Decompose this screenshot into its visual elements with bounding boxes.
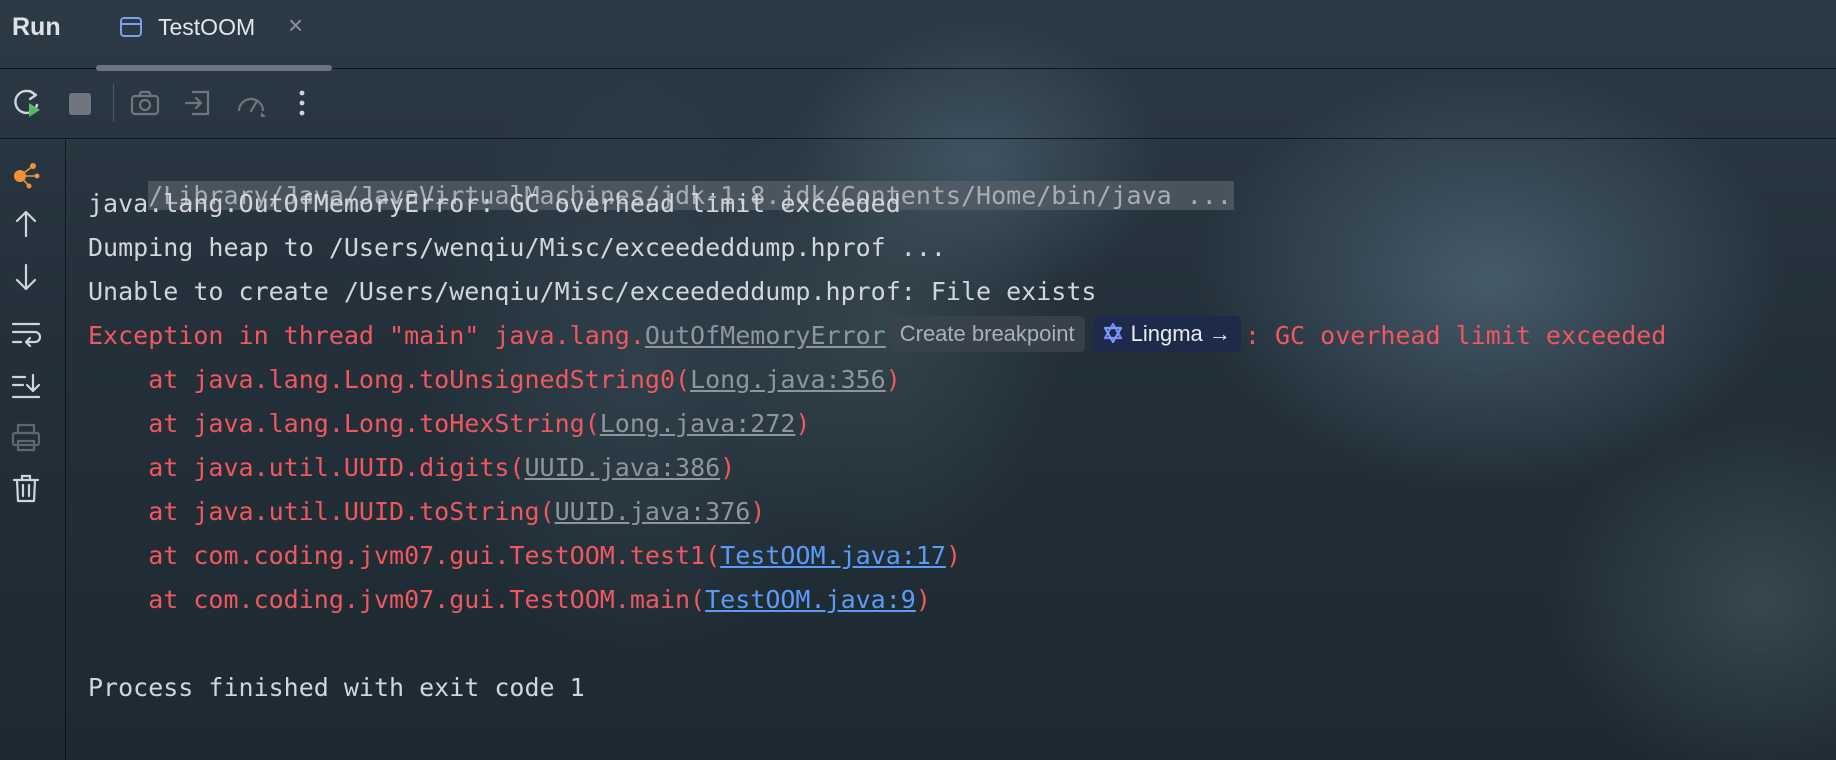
ai-nodes-icon (14, 163, 40, 189)
stack-frame-link[interactable]: Long.java:356 (690, 365, 886, 394)
gauge-icon (237, 97, 266, 117)
stack-frame-text: ) (915, 585, 931, 614)
run-panel-title: Run (12, 13, 61, 41)
exception-line: Exception in thread "main" java.lang.Out… (88, 316, 1667, 354)
stack-frame-text: at java.util.UUID.digits( (88, 453, 525, 482)
stack-frame-text: ) (945, 541, 961, 570)
stack-frame: at java.lang.Long.toUnsignedString0(Long… (88, 362, 901, 398)
rerun-icon (14, 89, 40, 117)
stack-frame-link[interactable]: UUID.java:376 (555, 497, 751, 526)
print-button[interactable] (9, 420, 43, 454)
run-toolbar (0, 70, 1836, 139)
toolbar-separator (113, 84, 114, 122)
output-line: java.lang.OutOfMemoryError: GC overhead … (88, 189, 901, 218)
soft-wrap-button[interactable] (9, 316, 43, 350)
stack-frame: at java.lang.Long.toHexString(Long.java:… (88, 406, 810, 442)
close-icon[interactable]: × (288, 12, 303, 38)
stack-frame-text: at com.coding.jvm07.gui.TestOOM.main( (88, 585, 706, 614)
dump-threads-button[interactable] (128, 86, 162, 120)
rerun-button[interactable] (10, 86, 44, 120)
stack-frame: at java.util.UUID.toString(UUID.java:376… (88, 494, 765, 530)
stack-frame-text: ) (885, 365, 901, 394)
stack-frame-text: at com.coding.jvm07.gui.TestOOM.test1( (88, 541, 721, 570)
lingma-label: Lingma → (1130, 321, 1231, 346)
stack-frame: at com.coding.jvm07.gui.TestOOM.test1(Te… (88, 538, 961, 574)
exit-button[interactable] (182, 86, 216, 120)
console-sidebar (0, 140, 66, 760)
stack-frame-link[interactable]: TestOOM.java:9 (705, 585, 916, 614)
process-finished-line: Process finished with exit code 1 (88, 673, 585, 702)
print-icon (11, 423, 41, 452)
ai-assistant-button[interactable] (9, 156, 43, 190)
command-line: /Library/Java/JavaVirtualMachines/jdk-1.… (88, 142, 1234, 210)
console-window-icon (120, 17, 142, 37)
scroll-to-end-button[interactable] (9, 369, 43, 403)
stack-frame-text: ) (795, 409, 811, 438)
more-options-button[interactable] (285, 86, 319, 120)
scroll-to-end-icon (11, 373, 41, 399)
tab-label: TestOOM (158, 14, 256, 40)
stack-frame-text: ) (720, 453, 736, 482)
stack-frame-link[interactable]: TestOOM.java:17 (720, 541, 946, 570)
exception-class-link[interactable]: OutOfMemoryError (645, 321, 886, 350)
exception-suffix: : GC overhead limit exceeded (1244, 321, 1667, 350)
scroll-down-button[interactable] (9, 260, 43, 294)
trash-icon (12, 474, 40, 503)
tool-window-header: Run TestOOM × (0, 0, 1836, 71)
soft-wrap-icon (11, 322, 42, 348)
stop-button[interactable] (63, 86, 97, 120)
stack-frame-text: at java.lang.Long.toUnsignedString0( (88, 365, 691, 394)
stop-icon (69, 93, 91, 115)
tab-testoom[interactable]: TestOOM × (96, 0, 332, 71)
stack-frame-text: at java.util.UUID.toString( (88, 497, 555, 526)
stack-frame-text: ) (750, 497, 766, 526)
scroll-up-button[interactable] (9, 207, 43, 241)
create-breakpoint-button[interactable]: Create breakpoint (889, 316, 1085, 352)
clear-all-button[interactable] (9, 471, 43, 505)
exception-prefix: Exception in thread "main" java.lang. (88, 321, 645, 350)
output-line: Unable to create /Users/wenqiu/Misc/exce… (88, 277, 1097, 306)
stack-frame-link[interactable]: UUID.java:386 (525, 453, 721, 482)
stack-frame-text: at java.lang.Long.toHexString( (88, 409, 600, 438)
profiler-button[interactable] (234, 86, 268, 120)
more-vertical-icon (299, 90, 305, 116)
stack-frame-link[interactable]: Long.java:272 (600, 409, 796, 438)
camera-icon (130, 90, 160, 116)
arrow-up-icon (15, 210, 37, 238)
stack-frame: at com.coding.jvm07.gui.TestOOM.main(Tes… (88, 582, 931, 618)
stack-frame: at java.util.UUID.digits(UUID.java:386) (88, 450, 735, 486)
lingma-icon (1103, 323, 1122, 344)
lingma-button[interactable]: Lingma → (1092, 316, 1241, 352)
arrow-down-icon (15, 263, 37, 291)
exit-icon (184, 90, 210, 116)
output-line: Dumping heap to /Users/wenqiu/Misc/excee… (88, 233, 946, 262)
